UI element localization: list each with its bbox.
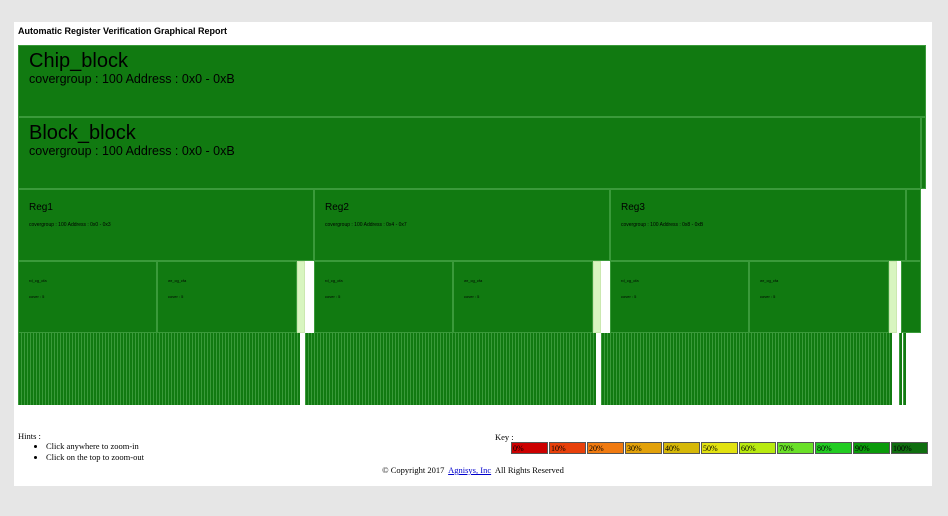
treemap-node-chip[interactable]: Chip_block covergroup : 100 Address : 0x… xyxy=(18,45,926,117)
reg3-info: covergroup : 100 Address : 0x8 - 0xB xyxy=(621,222,704,228)
hint-item: Click anywhere to zoom-in xyxy=(46,441,144,452)
field-info: cover : 5 xyxy=(325,294,341,299)
treemap-node-reg2[interactable]: Reg2 covergroup : 100 Address : 0x4 - 0x… xyxy=(314,189,610,261)
key-swatch: 60% xyxy=(739,442,776,454)
field-name: wr_cg_cfa xyxy=(464,278,483,283)
copyright-prefix: © Copyright 2017 xyxy=(382,465,445,475)
coverage-treemap[interactable]: Chip_block covergroup : 100 Address : 0x… xyxy=(18,45,926,405)
treemap-bit-row[interactable] xyxy=(18,333,926,405)
treemap-node-reg2-field2[interactable]: wr_cg_cfa cover : 5 xyxy=(453,261,593,333)
reg3-name: Reg3 xyxy=(621,202,645,213)
hints-list: Click anywhere to zoom-in Click on the t… xyxy=(18,441,144,463)
hints-panel: Hints : Click anywhere to zoom-in Click … xyxy=(18,431,144,463)
field-name: wr_cg_cfa xyxy=(760,278,779,283)
treemap-node-block[interactable]: Block_block covergroup : 100 Address : 0… xyxy=(18,117,921,189)
key-swatch: 100% xyxy=(891,442,928,454)
bit-stripe[interactable] xyxy=(297,333,300,405)
agnisys-link[interactable]: Agnisys, Inc xyxy=(448,465,491,475)
field-info: cover : 5 xyxy=(760,294,776,299)
treemap-node-reg3[interactable]: Reg3 covergroup : 100 Address : 0x8 - 0x… xyxy=(610,189,906,261)
bit-stripe[interactable] xyxy=(889,333,892,405)
bit-stripe[interactable] xyxy=(593,333,596,405)
field-name: rd_cg_cfa xyxy=(621,278,639,283)
key-swatch: 30% xyxy=(625,442,662,454)
reg2-name: Reg2 xyxy=(325,202,349,213)
treemap-node-reg2-field1[interactable]: rd_cg_cfa cover : 5 xyxy=(314,261,453,333)
copyright-line: © Copyright 2017 Agnisys, Inc All Rights… xyxy=(14,465,932,475)
coverage-key: 0% 10% 20% 30% 40% 50% 60% 70% 80% 90% 100% xyxy=(511,442,929,454)
field-name: rd_cg_cfa xyxy=(29,278,47,283)
reg2-info: covergroup : 100 Address : 0x4 - 0x7 xyxy=(325,222,407,228)
key-swatch: 90% xyxy=(853,442,890,454)
key-swatch: 80% xyxy=(815,442,852,454)
treemap-node-reg1[interactable]: Reg1 covergroup : 100 Address : 0x0 - 0x… xyxy=(18,189,314,261)
hint-item: Click on the top to zoom-out xyxy=(46,452,144,463)
bit-stripe[interactable] xyxy=(903,333,906,405)
field-info: cover : 5 xyxy=(29,294,45,299)
key-swatch: 0% xyxy=(511,442,548,454)
report-title: Automatic Register Verification Graphica… xyxy=(18,26,228,36)
treemap-node-block-extra[interactable] xyxy=(921,117,926,189)
reg1-name: Reg1 xyxy=(29,202,53,213)
field-info: cover : 5 xyxy=(464,294,480,299)
treemap-node-reg2-pale[interactable] xyxy=(593,261,601,333)
treemap-node-reg1-field1[interactable]: rd_cg_cfa cover : 5 xyxy=(18,261,157,333)
key-swatch: 50% xyxy=(701,442,738,454)
field-name: rd_cg_cfa xyxy=(325,278,343,283)
key-swatch: 40% xyxy=(663,442,700,454)
treemap-node-reg1-pale[interactable] xyxy=(297,261,305,333)
treemap-node-reg-extra[interactable] xyxy=(906,189,921,261)
treemap-node-reg1-gap xyxy=(305,261,314,333)
treemap-node-reg2-gap xyxy=(601,261,610,333)
field-info: cover : 5 xyxy=(168,294,184,299)
treemap-node-reg3-field1[interactable]: rd_cg_cfa cover : 5 xyxy=(610,261,749,333)
key-swatch: 10% xyxy=(549,442,586,454)
key-swatch: 70% xyxy=(777,442,814,454)
treemap-node-reg3-field2[interactable]: wr_cg_cfa cover : 5 xyxy=(749,261,889,333)
treemap-node-extra-field[interactable] xyxy=(901,261,921,333)
copyright-suffix: All Rights Reserved xyxy=(494,465,564,475)
field-name: wr_cg_cfa xyxy=(168,278,187,283)
report-page: Automatic Register Verification Graphica… xyxy=(14,22,932,486)
block-info: covergroup : 100 Address : 0x0 - 0xB xyxy=(29,144,235,158)
treemap-node-reg3-pale[interactable] xyxy=(889,261,897,333)
reg1-info: covergroup : 100 Address : 0x0 - 0x3 xyxy=(29,222,111,228)
hints-label: Hints : xyxy=(18,431,41,441)
key-label: Key : xyxy=(495,432,514,442)
bit-stripe[interactable] xyxy=(899,333,902,405)
treemap-node-reg1-field2[interactable]: wr_cg_cfa cover : 5 xyxy=(157,261,297,333)
chip-name: Chip_block xyxy=(29,50,128,72)
field-info: cover : 5 xyxy=(621,294,637,299)
block-name: Block_block xyxy=(29,122,136,144)
key-swatch: 20% xyxy=(587,442,624,454)
chip-info: covergroup : 100 Address : 0x0 - 0xB xyxy=(29,72,235,86)
